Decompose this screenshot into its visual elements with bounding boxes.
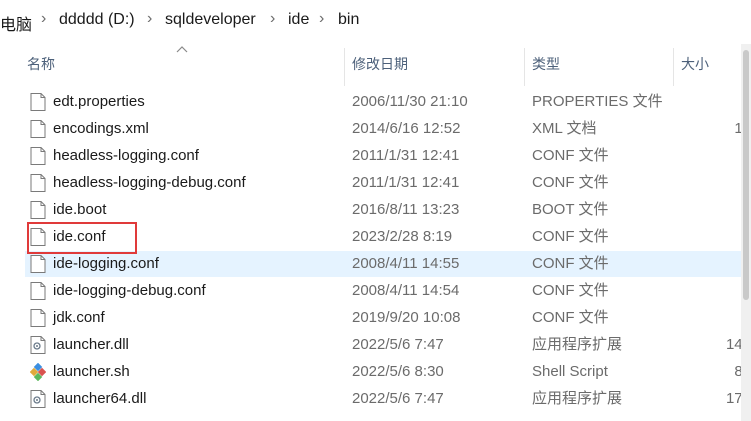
shell-script-icon	[29, 362, 47, 382]
document-icon	[30, 93, 46, 111]
file-type: BOOT 文件	[532, 201, 609, 218]
document-icon	[30, 282, 46, 300]
document-icon	[30, 309, 46, 327]
file-row[interactable]: jdk.conf2019/9/20 10:08CONF 文件8	[25, 305, 751, 331]
file-row[interactable]: headless-logging.conf 2011/1/31 12:41 CONF…	[25, 143, 751, 169]
file-type: CONF 文件	[532, 309, 609, 326]
file-type: XML 文档	[532, 120, 597, 137]
file-name: edt.properties	[53, 93, 145, 110]
file-row[interactable]: edt.properties 2006/11/30 21:10 PROPERTIES…	[25, 89, 751, 115]
breadcrumb-separator: ›	[147, 10, 153, 27]
file-row[interactable]: ide-logging.conf2008/4/11 14:55CONF 文件1	[25, 251, 751, 277]
file-type: CONF 文件	[532, 282, 609, 299]
file-type: 应用程序扩展	[532, 390, 623, 407]
file-row[interactable]: launcher64.dll 2022/5/6 7:47 应用程序扩展 176	[25, 386, 751, 412]
file-name: launcher.sh	[53, 363, 130, 380]
column-header-type[interactable]: 类型	[532, 42, 560, 86]
dll-icon	[30, 390, 46, 408]
column-divider[interactable]	[524, 48, 525, 86]
file-modified-date: 2011/1/31 12:41	[352, 174, 460, 191]
file-modified-date: 2008/4/11 14:54	[352, 282, 460, 299]
address-bar[interactable]: 电脑 › ddddd (D:) › sqldeveloper › ide › b…	[0, 0, 751, 43]
file-modified-date: 2022/5/6 7:47	[352, 336, 444, 353]
column-divider[interactable]	[673, 48, 674, 86]
breadcrumb-separator: ›	[41, 10, 47, 27]
file-row[interactable]: ide-logging-debug.conf 2008/4/11 14:54 CON…	[25, 278, 751, 304]
column-divider[interactable]	[344, 48, 345, 86]
sort-ascending-icon	[176, 46, 188, 53]
file-modified-date: 2016/8/11 13:23	[352, 201, 460, 218]
document-icon	[30, 174, 46, 192]
file-type: CONF 文件	[532, 147, 609, 164]
file-type: CONF 文件	[532, 255, 609, 272]
file-type: Shell Script	[532, 363, 608, 380]
file-modified-date: 2023/2/28 8:19	[352, 228, 453, 245]
file-type: CONF 文件	[532, 228, 609, 245]
column-header-date[interactable]: 修改日期	[352, 42, 408, 86]
column-header-row: 名称 修改日期 类型 大小	[0, 42, 751, 86]
breadcrumb-ide[interactable]: ide	[288, 11, 309, 29]
file-type: 应用程序扩展	[532, 336, 623, 353]
file-row[interactable]: headless-logging-debug.conf 2011/1/31 12:…	[25, 170, 751, 196]
file-row[interactable]: launcher.sh2022/5/6 8:30Shell Script89	[25, 359, 751, 385]
file-modified-date: 2008/4/11 14:55	[352, 255, 460, 272]
file-modified-date: 2006/11/30 21:10	[352, 93, 468, 110]
file-name: headless-logging-debug.conf	[53, 174, 246, 191]
breadcrumb-bin[interactable]: bin	[338, 11, 359, 29]
file-name: launcher.dll	[53, 336, 129, 353]
column-header-size[interactable]: 大小	[681, 42, 709, 86]
breadcrumb-separator: ›	[270, 10, 276, 27]
breadcrumb-drive[interactable]: ddddd (D:)	[59, 11, 135, 29]
file-name: encodings.xml	[53, 120, 149, 137]
file-row[interactable]: encodings.xml2014/6/16 12:52XML 文档13	[25, 116, 751, 142]
file-type: PROPERTIES 文件	[532, 93, 663, 110]
scrollbar-thumb[interactable]	[743, 50, 749, 300]
dll-icon	[30, 336, 46, 354]
file-modified-date: 2019/9/20 10:08	[352, 309, 461, 326]
file-name: headless-logging.conf	[53, 147, 199, 164]
annotation-highlight-box	[27, 222, 137, 254]
file-modified-date: 2022/5/6 8:30	[352, 363, 444, 380]
file-name: launcher64.dll	[53, 390, 147, 407]
file-name: ide.boot	[53, 201, 107, 218]
file-modified-date: 2022/5/6 7:47	[352, 390, 444, 407]
file-row[interactable]: launcher.dll 2022/5/6 7:47 应用程序扩展 143	[25, 332, 751, 358]
breadcrumb-this-pc[interactable]: 电脑	[0, 11, 32, 35]
file-type: CONF 文件	[532, 174, 609, 191]
document-icon	[30, 120, 46, 138]
breadcrumb-separator: ›	[319, 10, 325, 27]
file-row[interactable]: ide.boot2016/8/11 13:23BOOT 文件4	[25, 197, 751, 223]
file-name: jdk.conf	[53, 309, 105, 326]
document-icon	[30, 147, 46, 165]
breadcrumb-sqldeveloper[interactable]: sqldeveloper	[165, 11, 256, 29]
column-header-name[interactable]: 名称	[27, 42, 55, 86]
file-modified-date: 2014/6/16 12:52	[352, 120, 461, 137]
file-modified-date: 2011/1/31 12:41	[352, 147, 460, 164]
document-icon	[30, 255, 46, 273]
file-name: ide-logging.conf	[53, 255, 159, 272]
file-name: ide-logging-debug.conf	[53, 282, 206, 299]
document-icon	[30, 201, 46, 219]
